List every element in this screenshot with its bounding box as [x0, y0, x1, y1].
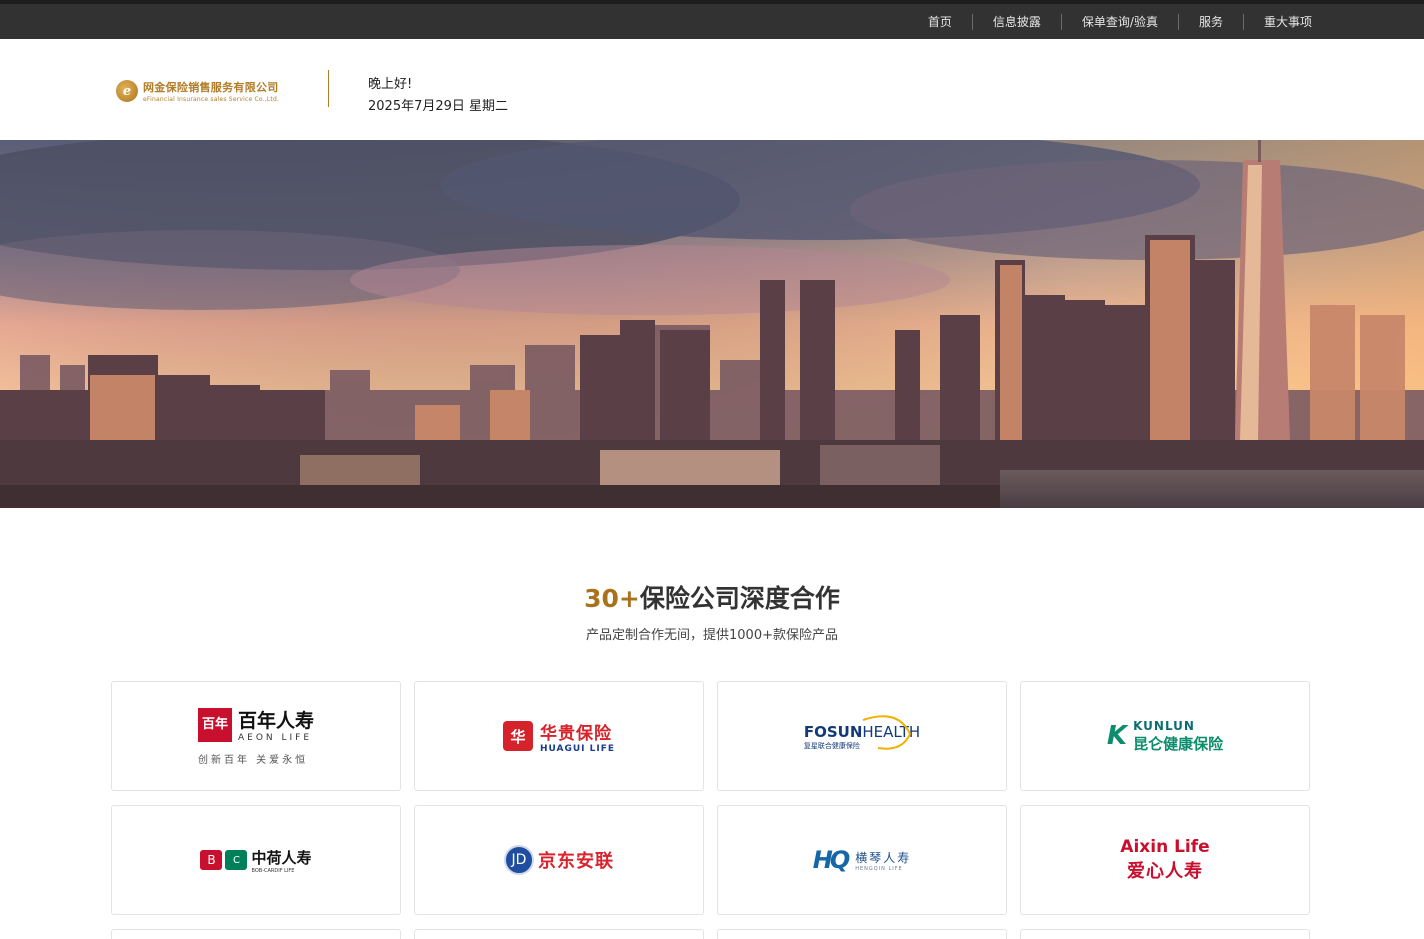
- nav-major-events[interactable]: 重大事项: [1242, 13, 1332, 30]
- cardif-logo-icon: C: [225, 850, 248, 870]
- jd-name-cn: 京东安联: [538, 851, 614, 872]
- partners-subtitle: 产品定制合作无间，提供1000+款保险产品: [586, 628, 838, 643]
- logo-name-cn: 网金保险销售服务有限公司: [143, 81, 279, 94]
- partners-title-text: 保险公司深度合作: [639, 584, 840, 613]
- bob-name-cn: 中荷人寿: [251, 848, 312, 867]
- partner-card-bob-cardif[interactable]: B C 中荷人寿 BOB-CARDIF LIFE: [111, 805, 401, 915]
- aeon-name-en: AEON LIFE: [237, 733, 313, 743]
- hengqin-name-en: HENGQIN LIFE: [855, 865, 903, 872]
- date-text: 2025年7月29日 星期二: [368, 99, 509, 114]
- partner-card-partial[interactable]: [414, 929, 704, 939]
- partner-card-jd-allianz[interactable]: JD 京东安联: [414, 805, 704, 915]
- skyline-image: [0, 140, 1424, 508]
- logo-name-en: eFinancial Insurance sales Service Co.,L…: [143, 96, 280, 103]
- hengqin-name-cn: 横琴人寿: [855, 850, 912, 865]
- partner-card-huagui[interactable]: 华 华贵保险 HUAGUI LIFE: [414, 681, 704, 791]
- nav-service[interactable]: 服务: [1177, 13, 1243, 30]
- partner-card-partial[interactable]: [1020, 929, 1310, 939]
- aixin-name-en: Aixin Life: [1120, 837, 1210, 857]
- fosun-name-a: FOSUN: [803, 722, 863, 741]
- greeting-text: 晚上好!: [368, 77, 413, 92]
- fosun-arc-icon: [862, 714, 911, 750]
- huagui-name-cn: 华贵保险: [539, 723, 612, 744]
- jd-mascot-icon: JD: [504, 845, 534, 875]
- top-nav: 首页 信息披露 保单查询/验真 服务 重大事项: [908, 4, 1332, 39]
- bob-logo-icon: B: [200, 850, 223, 870]
- partner-card-kunlun[interactable]: K KUNLUN 昆仑健康保险: [1020, 681, 1310, 791]
- bob-name-en: BOB-CARDIF LIFE: [251, 867, 295, 874]
- partners-title: 30+保险公司深度合作: [0, 579, 1424, 615]
- aeon-name-cn: 百年人寿: [237, 710, 314, 732]
- hengqin-logo-icon: HQ: [812, 846, 850, 874]
- logo-mark-icon: e: [116, 80, 138, 102]
- aixin-name-cn: 爱心人寿: [1126, 861, 1203, 882]
- partner-card-fosun[interactable]: FOSUNHEALTH 复星联合健康保险: [717, 681, 1007, 791]
- company-logo[interactable]: e 网金保险销售服务有限公司 eFinancial Insurance sale…: [116, 79, 279, 103]
- header-divider: [328, 70, 329, 107]
- header: e 网金保险销售服务有限公司 eFinancial Insurance sale…: [0, 39, 1424, 140]
- kunlun-name-en: KUNLUN: [1133, 718, 1195, 733]
- nav-disclosure[interactable]: 信息披露: [971, 13, 1061, 30]
- aeon-logo-icon: 百年: [197, 707, 232, 742]
- partners-title-accent: 30+: [584, 584, 640, 613]
- nav-home[interactable]: 首页: [908, 14, 972, 30]
- aeon-tagline: 创新百年 关爱永恒: [197, 755, 309, 766]
- partner-card-aeon[interactable]: 百年 百年人寿 AEON LIFE 创新百年 关爱永恒: [111, 681, 401, 791]
- huagui-name-en: HUAGUI LIFE: [539, 743, 616, 754]
- partner-card-hengqin[interactable]: HQ 横琴人寿 HENGQIN LIFE: [717, 805, 1007, 915]
- partner-card-aixin[interactable]: Aixin Life 爱心人寿: [1020, 805, 1310, 915]
- partner-grid: 百年 百年人寿 AEON LIFE 创新百年 关爱永恒 华 华贵保险 HUAGU…: [111, 681, 1311, 939]
- huagui-logo-icon: 华: [502, 721, 533, 751]
- nav-policy-query[interactable]: 保单查询/验真: [1060, 13, 1178, 30]
- partner-card-partial[interactable]: [111, 929, 401, 939]
- hero-banner: [0, 140, 1424, 508]
- kunlun-name-cn: 昆仑健康保险: [1133, 734, 1224, 753]
- partner-card-partial[interactable]: [717, 929, 1007, 939]
- kunlun-logo-icon: K: [1106, 721, 1128, 751]
- top-bar: 首页 信息披露 保单查询/验真 服务 重大事项: [0, 0, 1424, 39]
